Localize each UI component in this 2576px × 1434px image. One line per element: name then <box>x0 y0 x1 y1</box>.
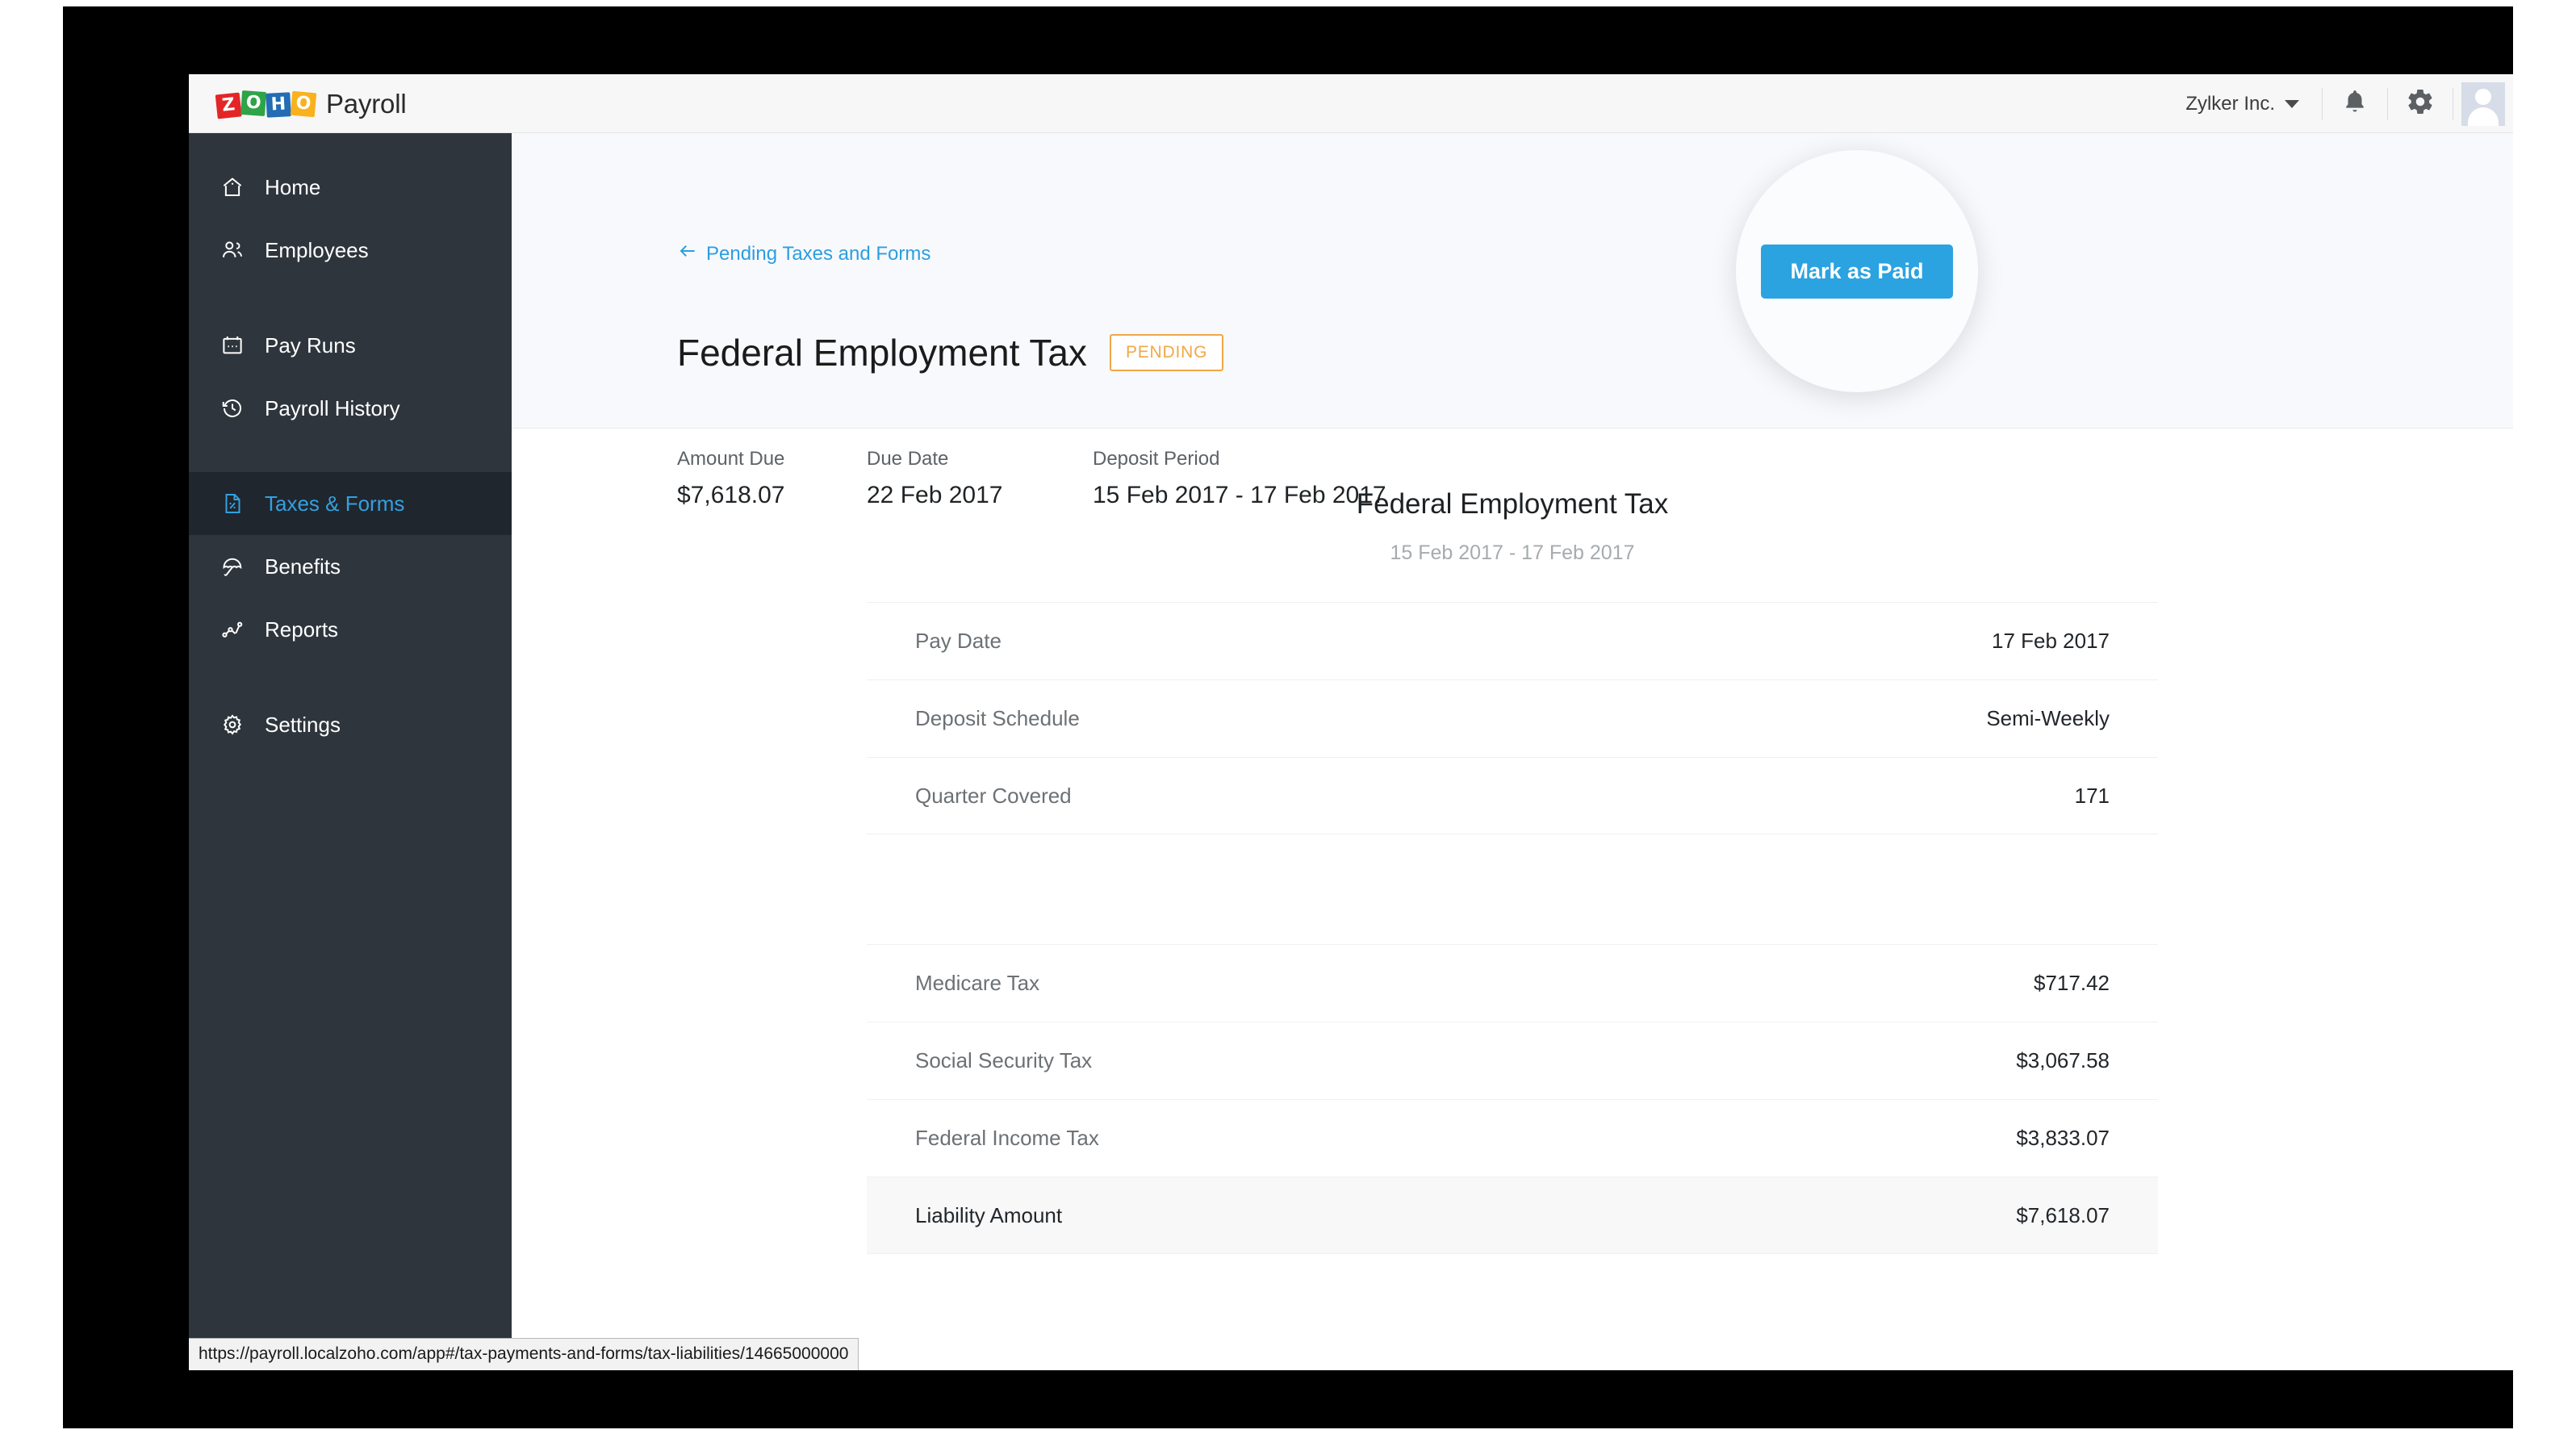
spacer <box>189 133 512 156</box>
spacer <box>512 834 2513 907</box>
device-bezel: Z O H O Payroll Zylker Inc. <box>63 6 2513 1428</box>
sidebar-item-label: Pay Runs <box>265 333 356 358</box>
detail-body: Federal Employment Tax 15 Feb 2017 - 17 … <box>512 429 2513 1254</box>
row-value: Semi-Weekly <box>1986 706 2110 731</box>
home-icon <box>218 173 247 202</box>
sidebar-item-label: Reports <box>265 617 338 642</box>
org-switcher[interactable]: Zylker Inc. <box>2163 74 2322 133</box>
spacer <box>189 440 512 472</box>
line-chart-icon <box>218 615 247 644</box>
app-window: Z O H O Payroll Zylker Inc. <box>189 74 2513 1370</box>
status-bar-url: https://payroll.localzoho.com/app#/tax-p… <box>189 1338 859 1370</box>
settings-button[interactable] <box>2388 74 2453 133</box>
table-row: Quarter Covered 171 <box>867 757 2158 834</box>
org-name: Zylker Inc. <box>2185 93 2275 115</box>
row-label: Pay Date <box>915 629 1002 654</box>
bell-icon <box>2341 88 2369 119</box>
top-bar-right-group: Zylker Inc. <box>2163 74 2513 133</box>
gear-icon <box>2406 87 2435 120</box>
sidebar-item-reports[interactable]: Reports <box>189 598 512 661</box>
arrow-left-icon <box>677 240 698 267</box>
zoho-logo-block-h: H <box>266 92 291 118</box>
detail-period: 15 Feb 2017 - 17 Feb 2017 <box>512 541 2513 565</box>
screenshot-canvas: Z O H O Payroll Zylker Inc. <box>0 0 2576 1434</box>
sidebar-item-payroll-history[interactable]: Payroll History <box>189 377 512 440</box>
row-label: Social Security Tax <box>915 1048 1092 1073</box>
row-value: $7,618.07 <box>2016 1203 2110 1228</box>
notifications-button[interactable] <box>2323 74 2387 133</box>
row-label: Quarter Covered <box>915 784 1072 809</box>
sidebar-item-employees[interactable]: Employees <box>189 219 512 282</box>
sidebar-item-label: Home <box>265 175 320 200</box>
zoho-logo-block-z: Z <box>215 93 242 119</box>
status-badge: PENDING <box>1110 334 1223 371</box>
table-row: Deposit Schedule Semi-Weekly <box>867 679 2158 757</box>
sidebar-item-taxes-and-forms[interactable]: Taxes & Forms <box>189 472 512 535</box>
avatar <box>2461 82 2505 126</box>
calendar-icon <box>218 331 247 360</box>
row-value: $3,067.58 <box>2016 1048 2110 1073</box>
clock-history-icon <box>218 394 247 423</box>
row-value: $3,833.07 <box>2016 1126 2110 1151</box>
breadcrumb-label: Pending Taxes and Forms <box>706 243 930 265</box>
row-label: Deposit Schedule <box>915 706 1080 731</box>
sidebar-item-label: Benefits <box>265 554 341 579</box>
top-bar: Z O H O Payroll Zylker Inc. <box>189 74 2513 133</box>
table-row: Social Security Tax $3,067.58 <box>867 1022 2158 1099</box>
table-row: Medicare Tax $717.42 <box>867 944 2158 1022</box>
detail-info-table: Pay Date 17 Feb 2017 Deposit Schedule Se… <box>867 602 2158 834</box>
spacer <box>189 282 512 314</box>
zoho-logo-block-o2: O <box>291 91 317 118</box>
sidebar-item-settings[interactable]: Settings <box>189 693 512 756</box>
chevron-down-icon <box>2285 100 2299 108</box>
row-label: Medicare Tax <box>915 971 1039 996</box>
sidebar-item-home[interactable]: Home <box>189 156 512 219</box>
sidebar-item-pay-runs[interactable]: Pay Runs <box>189 314 512 377</box>
detail-amounts-table: Medicare Tax $717.42 Social Security Tax… <box>867 944 2158 1254</box>
page-title: Federal Employment Tax <box>677 331 1087 374</box>
sidebar-item-label: Settings <box>265 713 341 738</box>
sidebar: Home Employees <box>189 133 512 1370</box>
table-row: Pay Date 17 Feb 2017 <box>867 602 2158 679</box>
table-row-total: Liability Amount $7,618.07 <box>867 1177 2158 1254</box>
table-row: Federal Income Tax $3,833.07 <box>867 1099 2158 1177</box>
product-name: Payroll <box>326 89 406 119</box>
avatar-body <box>2468 107 2499 126</box>
spacer <box>189 661 512 693</box>
sidebar-item-label: Taxes & Forms <box>265 491 404 516</box>
row-value: 17 Feb 2017 <box>1992 629 2110 654</box>
sidebar-item-label: Employees <box>265 238 369 263</box>
brand-logo[interactable]: Z O H O Payroll <box>216 86 406 123</box>
row-value: 171 <box>2075 784 2110 809</box>
detail-title: Federal Employment Tax <box>512 488 2513 521</box>
umbrella-icon <box>218 552 247 581</box>
avatar-head <box>2475 89 2491 105</box>
row-label: Federal Income Tax <box>915 1126 1099 1151</box>
row-label: Liability Amount <box>915 1203 1062 1228</box>
zoho-logo-block-o1: O <box>240 90 266 116</box>
breadcrumb[interactable]: Pending Taxes and Forms <box>677 240 930 267</box>
main-content: Pending Taxes and Forms Federal Employme… <box>512 133 2513 1370</box>
user-menu-button[interactable] <box>2453 74 2513 133</box>
sidebar-item-benefits[interactable]: Benefits <box>189 535 512 598</box>
users-icon <box>218 236 247 265</box>
spotlight-highlight: Mark as Paid <box>1736 150 1978 392</box>
row-value: $717.42 <box>2034 971 2110 996</box>
gear-icon <box>218 710 247 739</box>
page-header: Pending Taxes and Forms Federal Employme… <box>512 133 2513 429</box>
mark-as-paid-button[interactable]: Mark as Paid <box>1761 245 1952 299</box>
title-row: Federal Employment Tax PENDING <box>677 331 1223 374</box>
zoho-logo-icon: Z O H O <box>216 89 316 119</box>
tax-document-icon <box>218 489 247 518</box>
sidebar-item-label: Payroll History <box>265 396 400 421</box>
